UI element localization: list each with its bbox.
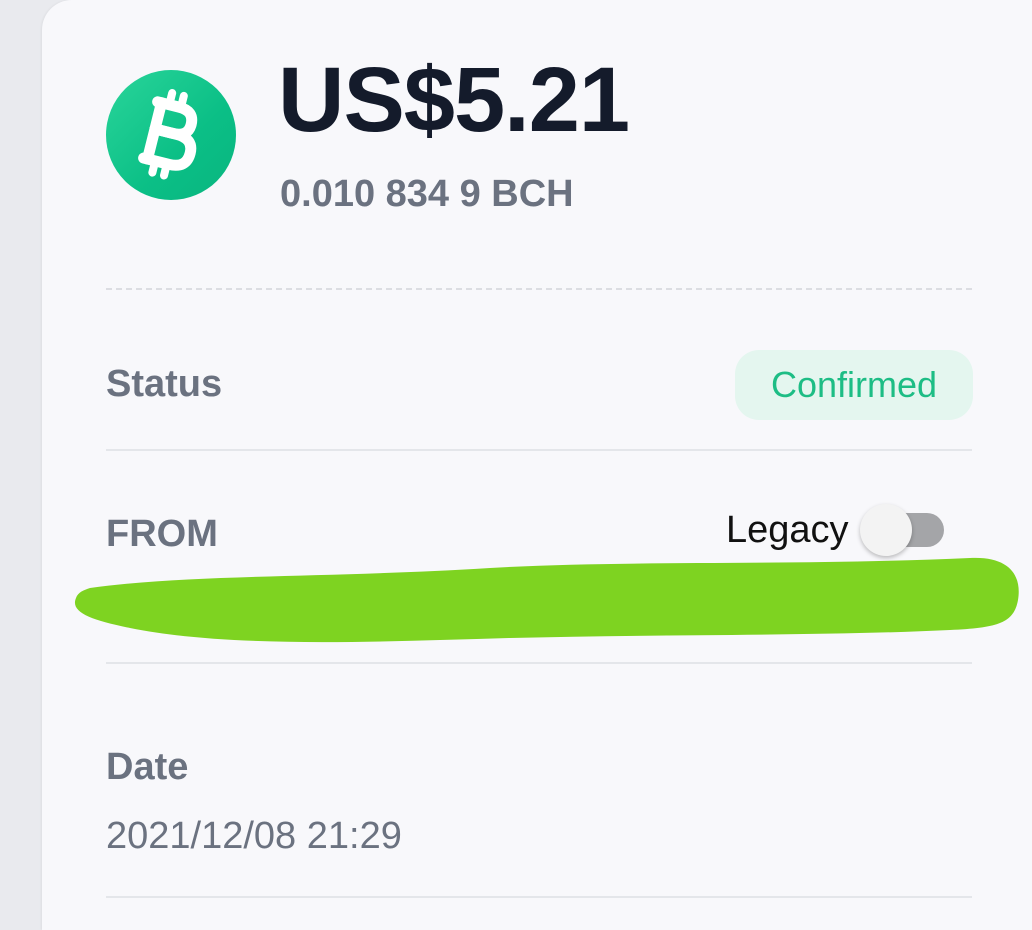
date-value: 2021/12/08 21:29 bbox=[106, 815, 402, 857]
fiat-amount: US$5.21 bbox=[278, 49, 630, 151]
row-divider bbox=[106, 662, 972, 664]
redaction-scribble bbox=[74, 557, 1019, 643]
row-divider bbox=[106, 896, 972, 898]
dashed-divider bbox=[106, 288, 972, 290]
crypto-amount: 0.010 834 9 BCH bbox=[280, 173, 574, 215]
status-badge: Confirmed bbox=[735, 350, 973, 420]
date-label: Date bbox=[106, 746, 189, 788]
legacy-toggle[interactable] bbox=[860, 504, 946, 556]
status-label: Status bbox=[106, 363, 223, 405]
row-divider bbox=[106, 449, 972, 451]
bitcoin-cash-icon bbox=[106, 70, 236, 200]
